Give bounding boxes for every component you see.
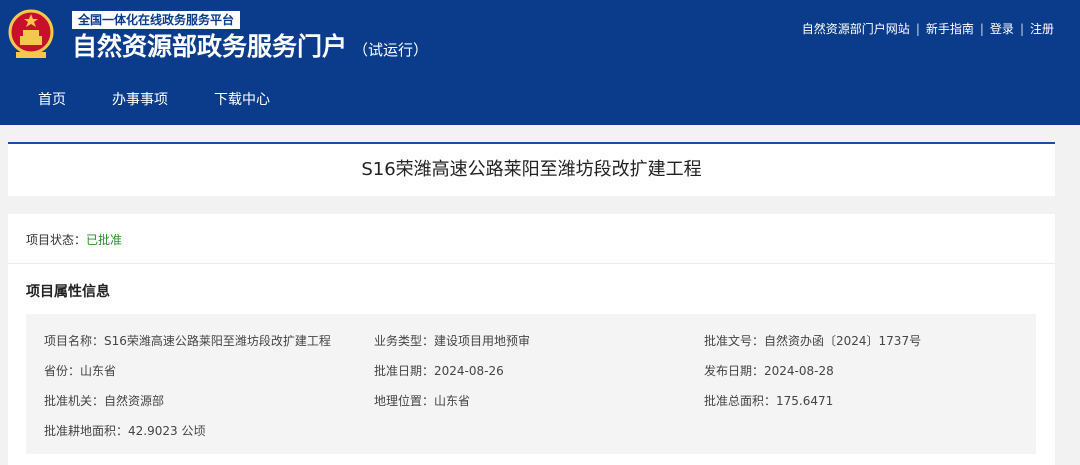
link-separator: | <box>1019 22 1024 36</box>
nav-downloads[interactable]: 下载中心 <box>198 88 286 112</box>
attr-business-type: 业务类型：建设项目用地预审 <box>374 334 531 348</box>
link-register[interactable]: 注册 <box>1030 22 1054 36</box>
nav-home[interactable]: 首页 <box>22 88 82 112</box>
attr-approving-authority: 批准机关：自然资源部 <box>44 394 165 408</box>
site-title[interactable]: 自然资源部政务服务门户 （试运行） <box>72 30 428 67</box>
nav-services[interactable]: 办事事项 <box>96 88 184 112</box>
project-title-card: S16荣潍高速公路莱阳至潍坊段改扩建工程 <box>8 142 1055 196</box>
project-info-card: 项目状态：已批准 项目属性信息 项目名称：S16荣潍高速公路莱阳至潍坊段改扩建工… <box>8 214 1055 465</box>
attr-approval-number: 批准文号：自然资办函〔2024〕1737号 <box>704 334 922 348</box>
attr-total-area: 批准总面积：175.6471 <box>704 394 834 408</box>
link-ministry-portal[interactable]: 自然资源部门户网站 <box>802 22 910 36</box>
attr-province: 省份：山东省 <box>44 364 117 378</box>
site-subtitle: （试运行） <box>353 41 429 59</box>
attr-publish-date: 发布日期：2024-08-28 <box>704 364 834 378</box>
site-title-text: 自然资源部政务服务门户 <box>72 32 348 61</box>
main-nav: 首页 办事事项 下载中心 <box>22 88 300 112</box>
project-title: S16荣潍高速公路莱阳至潍坊段改扩建工程 <box>361 159 702 180</box>
attr-project-name: 项目名称：S16荣潍高速公路莱阳至潍坊段改扩建工程 <box>44 334 331 348</box>
attributes-panel: 项目名称：S16荣潍高速公路莱阳至潍坊段改扩建工程 业务类型：建设项目用地预审 … <box>26 314 1036 454</box>
link-beginner-guide[interactable]: 新手指南 <box>926 22 974 36</box>
attributes-grid: 项目名称：S16荣潍高速公路莱阳至潍坊段改扩建工程 业务类型：建设项目用地预审 … <box>44 326 1036 446</box>
attr-location: 地理位置：山东省 <box>374 394 471 408</box>
status-label: 项目状态： <box>26 233 87 247</box>
platform-tag: 全国一体化在线政务服务平台 <box>72 11 241 29</box>
national-emblem-icon <box>8 9 54 58</box>
section-title: 项目属性信息 <box>26 284 110 300</box>
project-status-row: 项目状态：已批准 <box>8 214 1055 264</box>
site-header: 全国一体化在线政务服务平台 自然资源部政务服务门户 （试运行） 自然资源部门户网站… <box>0 0 1080 125</box>
link-separator: | <box>979 22 984 36</box>
attr-approval-date: 批准日期：2024-08-26 <box>374 364 504 378</box>
link-separator: | <box>915 22 920 36</box>
top-links: 自然资源部门户网站 | 新手指南 | 登录 | 注册 <box>802 20 1054 38</box>
attr-farmland-area: 批准耕地面积：42.9023 公顷 <box>44 424 206 438</box>
link-login[interactable]: 登录 <box>990 22 1014 36</box>
status-badge: 已批准 <box>86 233 123 247</box>
